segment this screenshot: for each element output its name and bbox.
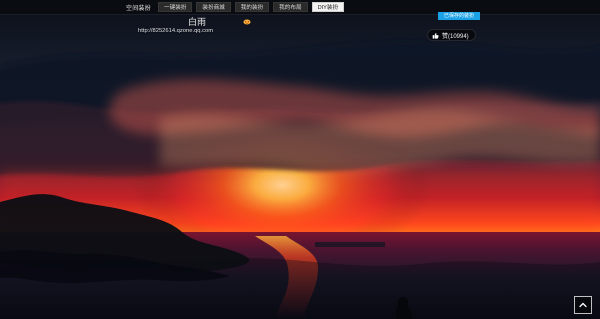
space-url[interactable]: http://8252614.qzone.qq.com	[138, 28, 213, 34]
like-badge[interactable]: 赞(10994)	[427, 29, 476, 41]
page-title: 白雨	[188, 17, 207, 27]
tab-one-click[interactable]: 一键装扮	[158, 2, 193, 12]
back-to-top-button[interactable]	[574, 296, 592, 314]
tab-mall[interactable]: 装扮商城	[196, 2, 231, 12]
tab-my-decor[interactable]: 我的装扮	[234, 2, 270, 12]
app-title: 空间装扮	[126, 6, 151, 12]
like-count: 赞(10994)	[442, 33, 469, 40]
emoji-icon	[243, 19, 251, 25]
page: 空间装扮 一键装扮 装扮商城 我的装扮 我的布局 DIY装扮 预览 更多 帮助 …	[0, 0, 600, 319]
tab-diy[interactable]: DIY装扮	[311, 2, 345, 12]
toolbar-tabs: 一键装扮 装扮商城 我的装扮 我的布局 DIY装扮	[158, 2, 345, 12]
arrow-up-icon	[579, 302, 587, 308]
thumb-up-icon	[432, 32, 439, 39]
saved-decor-link[interactable]: 已保存的装扮	[438, 12, 480, 20]
top-toolbar: 空间装扮 一键装扮 装扮商城 我的装扮 我的布局 DIY装扮 预览 更多 帮助 …	[0, 0, 600, 14]
toolbar-right: 预览 更多 帮助 取消 保存	[360, 0, 600, 14]
tab-my-layout[interactable]: 我的布局	[273, 2, 308, 12]
background-image	[0, 0, 600, 319]
